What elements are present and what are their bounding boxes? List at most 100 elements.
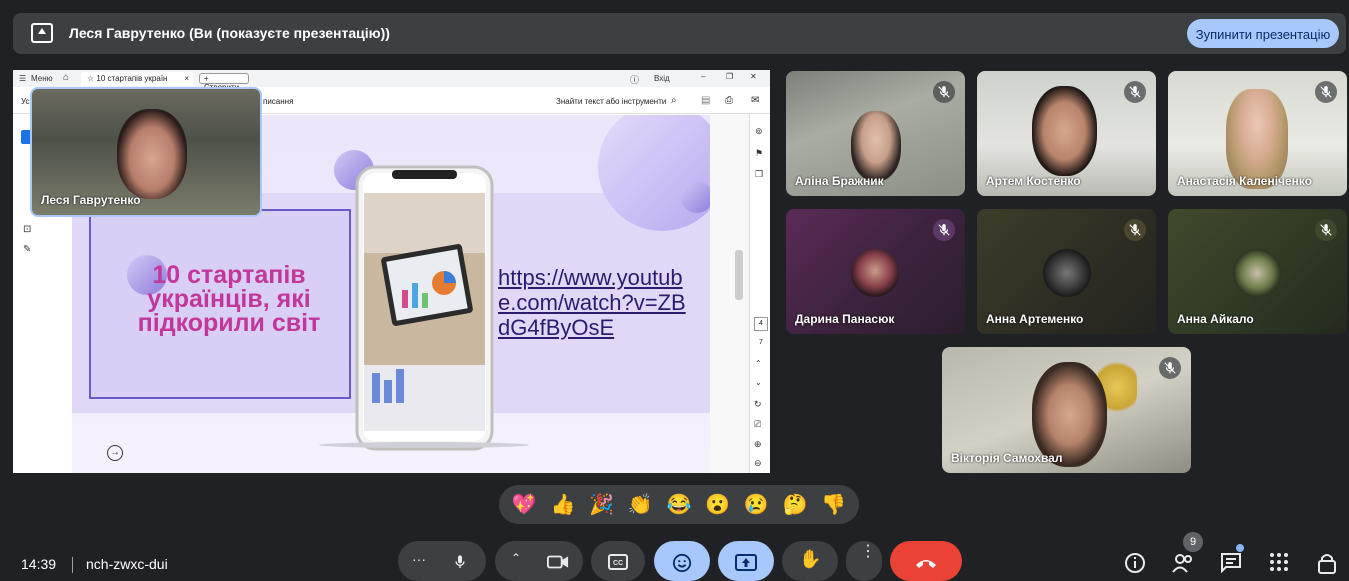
smile-icon <box>672 553 692 573</box>
mic-off-icon <box>933 219 955 241</box>
login-label[interactable]: Вхід <box>654 74 670 83</box>
new-tab-button[interactable]: + Створити <box>199 73 249 92</box>
zoom-out-icon[interactable]: ⊖ <box>754 458 762 469</box>
host-controls-lock-icon[interactable] <box>1317 552 1337 579</box>
present-button[interactable] <box>718 541 774 581</box>
refresh-icon[interactable]: ↻ <box>754 399 762 410</box>
self-video <box>117 109 187 199</box>
page-total: 7 <box>759 339 763 346</box>
prev-page-icon[interactable]: ⌃ <box>755 359 762 368</box>
chat-unread-dot <box>1236 544 1244 552</box>
participant-tile[interactable]: Анна Артеменко <box>977 209 1156 334</box>
party-reaction[interactable]: 🎉 <box>589 492 614 517</box>
mic-off-icon <box>933 81 955 103</box>
participant-tile[interactable]: Артем Костенко <box>977 71 1156 196</box>
close-window-icon[interactable]: ✕ <box>750 72 757 81</box>
mail-icon[interactable]: ✉ <box>751 95 759 106</box>
participant-tile[interactable]: Анастасія Каленіченко <box>1168 71 1347 196</box>
avatar <box>851 249 899 297</box>
participant-name: Аліна Бражник <box>795 174 884 188</box>
mic-off-icon <box>1124 81 1146 103</box>
hang-up-icon <box>916 560 936 568</box>
sparkling-heart-reaction[interactable]: 💖 <box>512 492 537 517</box>
reactions-bar: 💖 👍 🎉 👏 😂 😮 😢 🤔 👎 <box>499 485 859 524</box>
meeting-info-icon[interactable] <box>1124 552 1146 579</box>
mic-button[interactable]: ··· <box>398 541 486 581</box>
divider <box>72 557 73 573</box>
scroll-thumb[interactable] <box>735 250 743 300</box>
hand-icon: ✋ <box>799 549 822 569</box>
fit-page-icon[interactable]: ⎚ <box>754 419 761 430</box>
stop-presenting-button[interactable]: Зупинити презентацію <box>1187 19 1339 48</box>
participant-tile[interactable]: Дарина Панасюк <box>786 209 965 334</box>
mic-icon <box>455 555 465 568</box>
thumbs-down-reaction[interactable]: 👎 <box>821 492 846 517</box>
thumbs-up-reaction[interactable]: 👍 <box>551 492 576 517</box>
camera-button[interactable]: ⌃ <box>495 541 583 581</box>
comment-icon[interactable]: ⊚ <box>755 126 763 137</box>
participant-tile[interactable]: Анна Айкало <box>1168 209 1347 334</box>
surprised-reaction[interactable]: 😮 <box>705 492 730 517</box>
present-screen-icon <box>735 554 757 571</box>
banner-title: Леся Гаврутенко (Ви (показуєте презентац… <box>69 25 390 41</box>
avatar <box>1043 249 1091 297</box>
self-name: Леся Гаврутенко <box>41 193 141 207</box>
participant-name: Артем Костенко <box>986 174 1081 188</box>
activities-grid-icon[interactable] <box>1269 552 1289 577</box>
more-audio-icon[interactable]: ··· <box>412 551 426 567</box>
pdf-right-tools: ⊚ ⚑ ❐ 4 7 ⌃ ⌄ ↻ ⎚ ⊕ ⊖ <box>749 114 770 473</box>
mic-off-icon <box>1315 81 1337 103</box>
captions-button[interactable]: CC <box>591 541 645 581</box>
more-options-button[interactable]: ⋮ <box>846 541 882 581</box>
toolbar-mid-label: писання <box>263 97 294 106</box>
next-arrow-icon[interactable]: → <box>107 445 123 461</box>
thinking-reaction[interactable]: 🤔 <box>782 492 807 517</box>
presenting-banner: Леся Гаврутенко (Ви (показуєте презентац… <box>13 13 1346 54</box>
pdf-scrollbar[interactable] <box>710 114 749 473</box>
participant-name: Вікторія Самохвал <box>951 451 1063 465</box>
present-screen-icon <box>31 23 53 43</box>
page-current[interactable]: 4 <box>754 317 768 331</box>
zoom-in-icon[interactable]: ⊕ <box>754 439 762 450</box>
restore-icon[interactable]: ❐ <box>726 72 733 81</box>
participant-tile[interactable]: Аліна Бражник <box>786 71 965 196</box>
captions-icon: CC <box>608 554 628 570</box>
svg-text:CC: CC <box>613 560 623 567</box>
menu-label[interactable]: Меню <box>31 74 53 83</box>
sad-reaction[interactable]: 😢 <box>744 492 769 517</box>
laugh-reaction[interactable]: 😂 <box>667 492 692 517</box>
text-tool-icon[interactable]: ⊡ <box>23 224 31 235</box>
info-icon[interactable]: ⓘ <box>630 73 639 86</box>
star-icon: ☆ <box>87 74 97 83</box>
leave-call-button[interactable] <box>890 541 962 581</box>
find-text-label[interactable]: Знайти текст або інструменти <box>556 97 666 106</box>
participant-name: Дарина Панасюк <box>795 312 895 326</box>
browser-tab[interactable]: ☆ 10 стартапів україн × <box>81 72 193 86</box>
next-page-icon[interactable]: ⌄ <box>755 378 762 387</box>
participant-tile[interactable]: Вікторія Самохвал <box>942 347 1191 473</box>
minimize-icon[interactable]: – <box>701 72 705 81</box>
chevron-up-icon[interactable]: ⌃ <box>511 551 521 565</box>
people-icon[interactable] <box>1171 552 1195 579</box>
self-video-tile[interactable]: Леся Гаврутенко <box>30 87 262 217</box>
slide-link[interactable]: https://www.youtube.com/watch?v=ZBdG4fBy… <box>498 265 690 340</box>
clap-reaction[interactable]: 👏 <box>628 492 653 517</box>
participant-name: Анна Айкало <box>1177 312 1254 326</box>
meeting-time: 14:39 <box>21 556 57 572</box>
mic-off-icon <box>1159 357 1181 379</box>
menu-icon[interactable]: ☰ <box>19 74 26 83</box>
copy-icon[interactable]: ❐ <box>755 169 763 180</box>
home-icon[interactable]: ⌂ <box>63 72 69 83</box>
participant-name: Анастасія Каленіченко <box>1177 174 1313 188</box>
search-icon[interactable]: ⌕ <box>671 95 677 106</box>
raise-hand-button[interactable]: ✋ <box>782 541 838 581</box>
print-icon[interactable]: ⎙ <box>725 95 733 106</box>
sign-tool-icon[interactable]: ✎ <box>23 244 31 255</box>
save-icon[interactable]: ▤ <box>701 95 710 106</box>
browser-tab-bar: ☰ Меню ⌂ ☆ 10 стартапів україн × + Створ… <box>13 70 770 92</box>
reactions-button[interactable] <box>654 541 710 581</box>
toolbar-left-label: Ус <box>21 97 30 106</box>
bookmark-icon[interactable]: ⚑ <box>755 148 763 159</box>
close-tab-icon[interactable]: × <box>184 74 189 83</box>
chat-icon[interactable] <box>1220 544 1244 579</box>
